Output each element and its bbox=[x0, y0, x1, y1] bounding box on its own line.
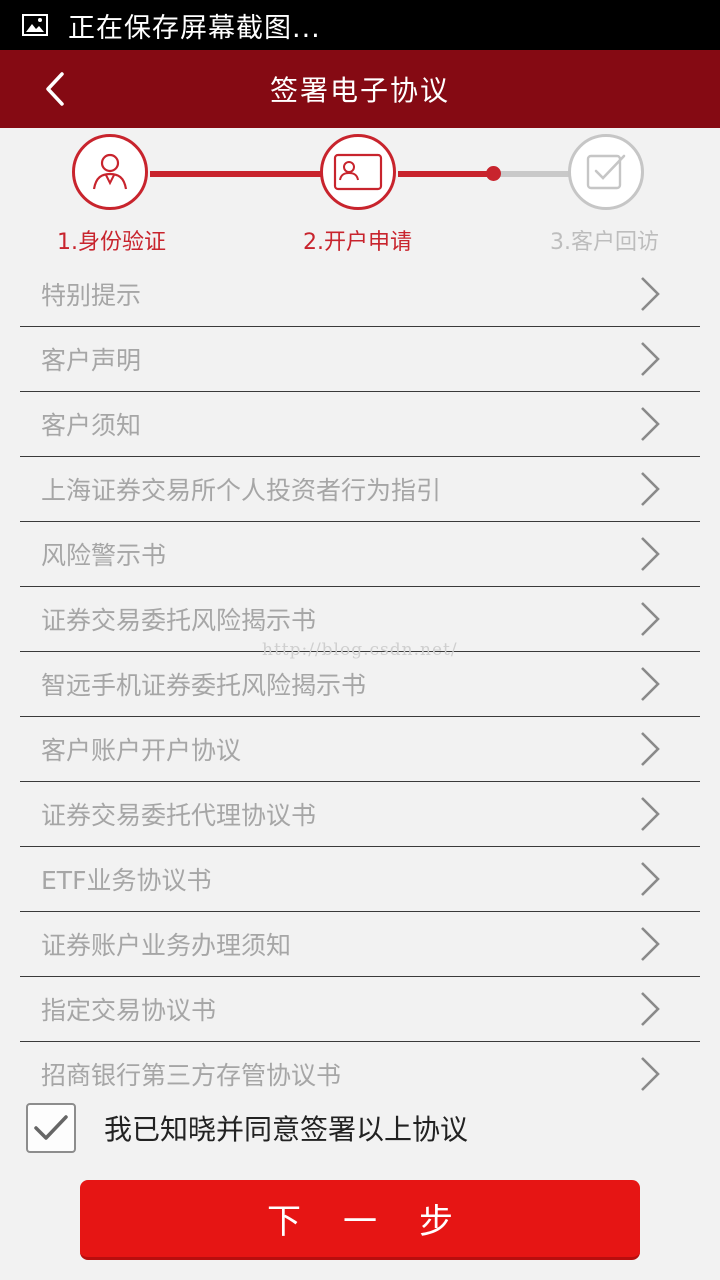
step-1-circle bbox=[72, 134, 148, 210]
list-item[interactable]: 客户账户开户协议 bbox=[20, 717, 700, 782]
list-item-label: 证券交易委托风险揭示书 bbox=[41, 606, 317, 635]
chevron-right-icon bbox=[641, 732, 660, 766]
chevron-right-icon bbox=[641, 537, 660, 571]
image-icon bbox=[22, 14, 48, 36]
nav-bar: 签署电子协议 bbox=[0, 50, 720, 128]
list-item-label: 上海证券交易所个人投资者行为指引 bbox=[41, 476, 442, 505]
page-title: 签署电子协议 bbox=[269, 74, 450, 107]
chevron-right-icon bbox=[641, 862, 660, 896]
next-step-button[interactable]: 下一步 bbox=[80, 1180, 640, 1260]
back-button[interactable] bbox=[28, 62, 82, 116]
chevron-right-icon bbox=[641, 342, 660, 376]
list-item[interactable]: 上海证券交易所个人投资者行为指引 bbox=[20, 457, 700, 522]
list-item-label: 招商银行第三方存管协议书 bbox=[41, 1061, 342, 1090]
chevron-right-icon bbox=[641, 927, 660, 961]
chevron-right-icon bbox=[641, 277, 660, 311]
step-2-label: 2.开户申请 bbox=[303, 230, 412, 255]
list-item[interactable]: 智远手机证券委托风险揭示书 bbox=[20, 652, 700, 717]
id-card-icon bbox=[333, 153, 383, 191]
chevron-right-icon bbox=[641, 797, 660, 831]
agree-label: 我已知晓并同意签署以上协议 bbox=[104, 1113, 469, 1146]
checkmark-icon bbox=[34, 1115, 68, 1140]
chevron-left-icon bbox=[46, 72, 64, 106]
chevron-right-icon bbox=[641, 667, 660, 701]
user-icon bbox=[92, 153, 128, 190]
step-connector-2-done bbox=[398, 171, 494, 177]
step-1-label: 1.身份验证 bbox=[57, 230, 166, 255]
step-progress-dot bbox=[486, 166, 501, 181]
status-text: 正在保存屏幕截图... bbox=[68, 12, 321, 44]
step-progress: 1.身份验证 2.开户申请 3.客户回访 bbox=[0, 128, 720, 262]
agree-checkbox[interactable] bbox=[26, 1103, 76, 1153]
list-item[interactable]: 招商银行第三方存管协议书 bbox=[20, 1042, 700, 1094]
list-item-label: 指定交易协议书 bbox=[41, 996, 217, 1025]
list-item[interactable]: ETF业务协议书 bbox=[20, 847, 700, 912]
list-item[interactable]: 证券账户业务办理须知 bbox=[20, 912, 700, 977]
list-item-label: ETF业务协议书 bbox=[41, 866, 212, 895]
step-connector-1 bbox=[150, 171, 322, 177]
list-item-label: 风险警示书 bbox=[41, 541, 167, 570]
list-item[interactable]: 风险警示书 bbox=[20, 522, 700, 587]
step-2-circle bbox=[320, 134, 396, 210]
list-item-label: 客户声明 bbox=[41, 346, 142, 375]
list-item[interactable]: 指定交易协议书 bbox=[20, 977, 700, 1042]
list-item[interactable]: 客户须知 bbox=[20, 392, 700, 457]
chevron-right-icon bbox=[641, 602, 660, 636]
agreement-row: 我已知晓并同意签署以上协议 bbox=[26, 1102, 468, 1154]
list-item-label: 客户须知 bbox=[41, 411, 142, 440]
chevron-right-icon bbox=[641, 472, 660, 506]
list-item-label: 特别提示 bbox=[41, 281, 142, 310]
list-item[interactable]: 证券交易委托代理协议书 bbox=[20, 782, 700, 847]
agreement-document-list: 特别提示 客户声明 客户须知 上海证券交易所个人投资者行为指引 风险警示书 证券… bbox=[20, 262, 700, 1094]
chevron-right-icon bbox=[641, 992, 660, 1026]
list-item-label: 智远手机证券委托风险揭示书 bbox=[41, 671, 367, 700]
step-connector-2-pending bbox=[494, 171, 570, 177]
list-item-label: 证券交易委托代理协议书 bbox=[41, 801, 317, 830]
chevron-right-icon bbox=[641, 1057, 660, 1091]
list-item[interactable]: 客户声明 bbox=[20, 327, 700, 392]
chevron-right-icon bbox=[641, 407, 660, 441]
step-3-circle bbox=[568, 134, 644, 210]
status-bar: 正在保存屏幕截图... bbox=[0, 0, 720, 50]
checklist-icon bbox=[586, 154, 626, 190]
list-item-label: 客户账户开户协议 bbox=[41, 736, 242, 765]
watermark: http://blog.csdn.net/ bbox=[262, 640, 458, 660]
list-item[interactable]: 特别提示 bbox=[20, 262, 700, 327]
step-3-label: 3.客户回访 bbox=[550, 230, 659, 255]
list-item-label: 证券账户业务办理须知 bbox=[41, 931, 292, 960]
